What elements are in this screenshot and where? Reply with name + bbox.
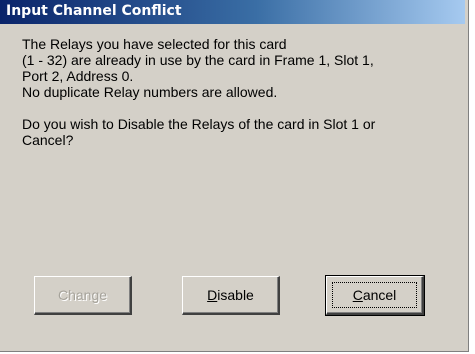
question-line: Do you wish to Disable the Relays of the… [22,116,376,132]
change-button-label: Change [57,287,108,303]
message-line: (1 - 32) are already in use by the card … [22,52,374,68]
cancel-button[interactable]: Cancel [325,275,425,316]
message-line: The Relays you have selected for this ca… [22,36,287,52]
question-line: Cancel? [22,132,74,148]
disable-mnemonic: D [207,287,218,303]
disable-button[interactable]: Disable [182,276,280,315]
disable-label-rest: isable [217,287,254,303]
change-button[interactable]: Change [34,276,132,315]
cancel-button-label: Cancel [353,287,397,303]
message-line: Port 2, Address 0. [22,68,134,84]
cancel-mnemonic: C [352,287,363,303]
dialog-title: Input Channel Conflict [6,3,182,19]
message-line: No duplicate Relay numbers are allowed. [22,84,278,100]
cancel-label-rest: ancel [362,287,397,303]
message-text: The Relays you have selected for this ca… [22,36,462,148]
disable-button-label: Disable [207,287,254,303]
title-bar[interactable]: Input Channel Conflict [0,0,465,24]
dialog-window: Input Channel Conflict The Relays you ha… [0,0,469,352]
